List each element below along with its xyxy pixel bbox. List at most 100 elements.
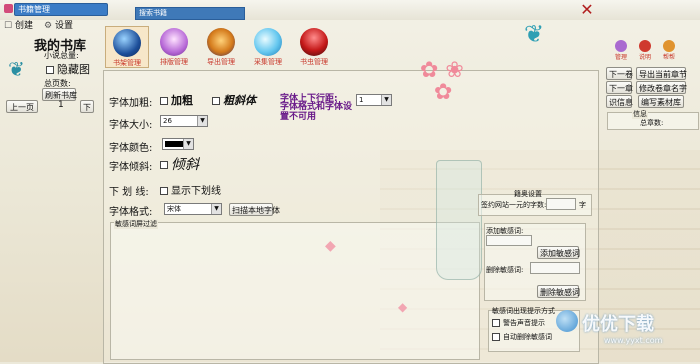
info-button[interactable]: 识信息 <box>606 95 633 108</box>
tab-shelf-management[interactable]: 书架管理 <box>105 26 149 68</box>
flower-decoration: ✿ ❀ ✿ <box>420 58 464 105</box>
font-color-select[interactable]: ▼ <box>162 138 194 150</box>
create-label: 创建 <box>14 21 33 31</box>
tab-layout-management[interactable]: 排版管理 <box>152 26 196 68</box>
next-page-button[interactable]: 下 <box>80 100 94 113</box>
tab-label: 排版管理 <box>160 58 188 66</box>
color-swatch <box>165 141 183 147</box>
sensitive-filter-label: 敏感词屏过滤 <box>114 219 158 229</box>
slant-preview: 倾斜 <box>171 157 199 173</box>
create-button[interactable]: ☐ 创建 <box>4 18 36 32</box>
font-format-select[interactable]: 宋体 ▼ <box>164 203 222 215</box>
watermark-url: www.yyxt.com <box>604 336 663 345</box>
chevron-down-icon: ▼ <box>197 116 207 126</box>
add-sensitive-input[interactable] <box>486 235 532 246</box>
auto-delete-checkbox[interactable] <box>492 333 500 341</box>
butterfly-decoration: ❦ <box>8 57 25 81</box>
search-field[interactable]: 搜索书籍 <box>135 7 245 20</box>
gear-icon: ⚙ <box>44 21 53 31</box>
create-icon: ☐ <box>4 21 13 31</box>
right-icon-label: 管理 <box>614 54 627 61</box>
prompt-title: 敏感词出现提示方式 <box>492 307 555 315</box>
petal-decoration: ◆ <box>398 300 408 314</box>
delete-sensitive-button[interactable]: 删除敏感词 <box>537 285 580 298</box>
red-icon <box>639 40 651 52</box>
petal-decoration: ◆ <box>325 238 336 254</box>
delete-sensitive-input[interactable] <box>530 262 580 274</box>
lantern-icon-small <box>663 40 675 52</box>
word-count-label: 总章数: <box>640 119 664 127</box>
size-label: 字体大小: <box>109 120 153 131</box>
warning-text: 字体格式和字体设置不可用 <box>280 102 353 122</box>
sound-prompt-label: 警告声音提示 <box>503 319 545 327</box>
next-chapter-button[interactable]: 下一章 <box>606 81 633 94</box>
font-format-value: 宋体 <box>167 205 181 213</box>
slant-checkbox[interactable] <box>160 161 168 169</box>
italic-option[interactable]: 粗斜体 <box>212 92 256 108</box>
chevron-down-icon: ▼ <box>211 204 221 214</box>
font-size-select[interactable]: 26 ▼ <box>160 115 208 127</box>
site-words-label: 签约网站一元的字数: <box>481 201 547 209</box>
bold-option-label: 加粗 <box>171 94 193 107</box>
line-spacing-select[interactable]: 1 ▼ <box>356 94 392 106</box>
delete-sensitive-label: 删除敏感词: <box>486 266 524 274</box>
settings-label: 设置 <box>54 21 73 31</box>
italic-option-label: 粗斜体 <box>223 94 256 107</box>
auto-delete-label: 自动删除敏感词 <box>503 333 552 341</box>
purple-icon <box>615 40 627 52</box>
window-title: 书籍管理 <box>18 5 50 14</box>
slant-label: 字体倾斜: <box>109 162 153 173</box>
site-words-input[interactable] <box>546 198 576 210</box>
tab-label: 书虫管理 <box>300 58 328 66</box>
tab-collect-management[interactable]: 采集管理 <box>246 26 290 68</box>
scan-fonts-button[interactable]: 扫描本地字体 <box>229 203 280 216</box>
slant-option[interactable]: 倾斜 <box>160 154 199 174</box>
bold-label: 字体加粗: <box>109 98 153 109</box>
crystal-ball-icon <box>113 29 141 57</box>
right-icon-label: 帮帮 <box>662 54 675 61</box>
right-icon-help[interactable]: 说明 <box>636 40 654 62</box>
underline-checkbox[interactable] <box>160 187 168 195</box>
sound-prompt-option[interactable]: 警告声音提示 <box>492 318 545 328</box>
right-icon-label: 说明 <box>638 54 651 61</box>
italic-checkbox[interactable] <box>212 97 220 105</box>
search-placeholder: 搜索书籍 <box>139 9 167 17</box>
color-label: 字体颜色: <box>109 143 153 154</box>
hide-option[interactable]: 隐藏图 <box>46 61 90 77</box>
chevron-down-icon: ▼ <box>381 95 391 105</box>
edit-chapter-name-button[interactable]: 修改卷章名字 <box>636 81 687 94</box>
tab-label: 书架管理 <box>113 59 141 67</box>
export-chapter-button[interactable]: 导出当前章节 <box>636 67 687 80</box>
auto-delete-option[interactable]: 自动删除敏感词 <box>492 332 552 342</box>
underline-option-label: 显示下划线 <box>171 186 221 197</box>
lantern-icon <box>207 28 235 56</box>
close-icon[interactable]: ✕ <box>572 2 602 18</box>
cloud-icon <box>254 28 282 56</box>
format-label: 字体格式: <box>109 207 153 218</box>
purple-orb-icon <box>160 28 188 56</box>
settings-button[interactable]: ⚙ 设置 <box>44 18 76 32</box>
tab-bookworm-management[interactable]: 书虫管理 <box>292 26 336 68</box>
mushroom-icon <box>300 28 328 56</box>
sound-prompt-checkbox[interactable] <box>492 319 500 327</box>
page-number: 1 <box>58 100 64 110</box>
hide-checkbox[interactable] <box>46 66 54 74</box>
next-volume-button[interactable]: 下一卷 <box>606 67 633 80</box>
title-field[interactable]: 书籍管理 <box>14 3 108 16</box>
tab-label: 导出管理 <box>207 58 235 66</box>
watermark-logo-icon <box>556 310 578 332</box>
underline-label: 下 划 线: <box>109 187 149 198</box>
watermark-brand: 优优下载 <box>582 314 654 335</box>
sensitive-filter-frame <box>110 222 480 360</box>
bold-option[interactable]: 加粗 <box>160 92 193 108</box>
right-icon-assist[interactable]: 帮帮 <box>660 40 678 62</box>
right-icon-manage[interactable]: 管理 <box>612 40 630 62</box>
prev-page-button[interactable]: 上一页 <box>6 100 38 113</box>
add-sensitive-button[interactable]: 添加敏感词 <box>537 246 580 259</box>
butterfly-decoration: ❦ <box>524 20 545 48</box>
write-material-button[interactable]: 编写素材库 <box>638 95 684 108</box>
chevron-down-icon: ▼ <box>183 139 193 149</box>
underline-option[interactable]: 显示下划线 <box>160 182 221 197</box>
bold-checkbox[interactable] <box>160 97 168 105</box>
tab-export-management[interactable]: 导出管理 <box>199 26 243 68</box>
